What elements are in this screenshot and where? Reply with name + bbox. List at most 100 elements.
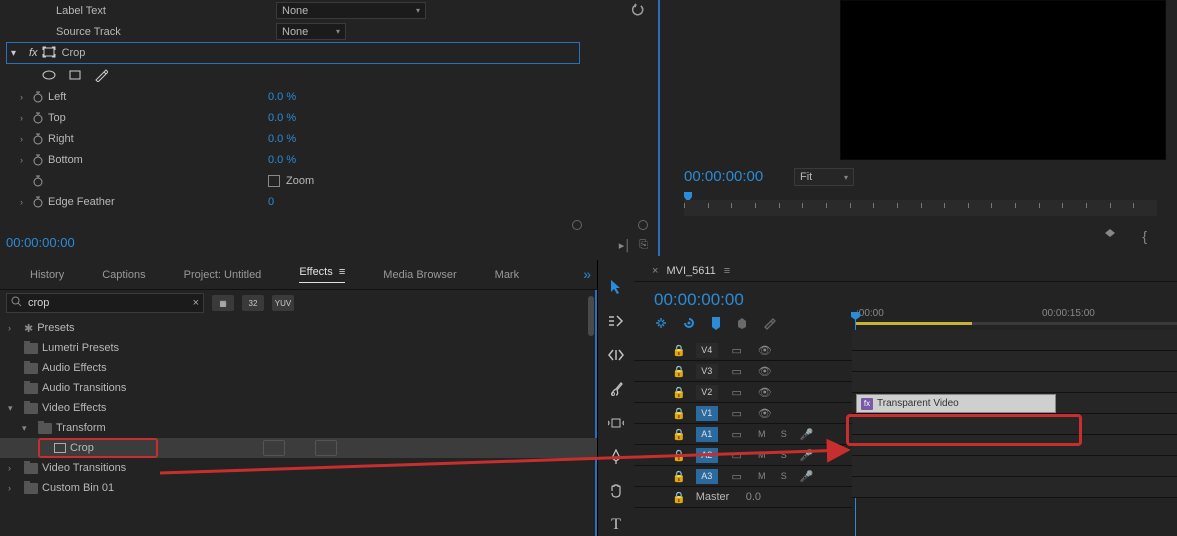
work-area-bar[interactable] xyxy=(856,322,972,325)
type-tool-icon[interactable]: T xyxy=(605,514,627,536)
lock-icon[interactable]: 🔒 xyxy=(672,491,686,504)
ellipse-mask-icon[interactable] xyxy=(40,67,58,83)
time-ruler[interactable]: :00:00 00:00:15:00 xyxy=(852,308,1177,328)
program-timecode[interactable]: 00:00:00:00 xyxy=(684,168,763,185)
add-marker-icon[interactable] xyxy=(710,316,722,333)
tab-effects[interactable]: Effects ≡ xyxy=(299,266,345,283)
close-sequence-icon[interactable]: × xyxy=(652,265,658,277)
stopwatch-icon[interactable] xyxy=(32,196,48,208)
slip-tool-icon[interactable] xyxy=(605,412,627,434)
toggle-output-icon[interactable]: ▭ xyxy=(728,449,746,462)
track-header-a3[interactable]: 🔒 A3 ▭ M S 🎤 xyxy=(634,466,852,487)
voice-over-icon[interactable]: 🎤 xyxy=(800,470,814,483)
toggle-output-icon[interactable]: ▭ xyxy=(728,470,746,483)
accelerated-badge-icon[interactable]: ▦ xyxy=(212,295,234,311)
voice-over-icon[interactable]: 🎤 xyxy=(800,428,814,441)
marker-icon[interactable] xyxy=(736,316,748,333)
snap-icon[interactable] xyxy=(654,316,668,333)
tab-mark[interactable]: Mark xyxy=(495,269,519,281)
label-text-dropdown[interactable]: None ▾ xyxy=(276,2,426,19)
toggle-output-icon[interactable]: ▭ xyxy=(728,428,746,441)
program-time-ruler[interactable] xyxy=(684,200,1157,216)
lock-icon[interactable]: 🔒 xyxy=(672,386,686,399)
chevron-right-icon[interactable]: › xyxy=(8,463,20,473)
param-value-bottom[interactable]: 0.0 % xyxy=(268,154,418,166)
hand-tool-icon[interactable] xyxy=(605,480,627,502)
tree-audio-transitions[interactable]: Audio Transitions xyxy=(0,378,597,398)
tree-transform[interactable]: ▾ Transform xyxy=(0,418,597,438)
toggle-output-icon[interactable]: ▭ xyxy=(728,365,746,378)
stopwatch-icon[interactable] xyxy=(32,154,48,166)
solo-button[interactable]: S xyxy=(778,429,790,439)
scroll-handle-icon[interactable] xyxy=(638,220,648,230)
ripple-edit-tool-icon[interactable] xyxy=(605,344,627,366)
tab-captions[interactable]: Captions xyxy=(102,269,145,281)
track-select-tool-icon[interactable] xyxy=(605,310,627,332)
voice-over-icon[interactable]: 🎤 xyxy=(800,449,814,462)
lock-icon[interactable]: 🔒 xyxy=(672,407,686,420)
tree-crop-effect[interactable]: Crop xyxy=(0,438,597,458)
eye-icon[interactable]: 👁 xyxy=(756,407,774,420)
pen-mask-icon[interactable] xyxy=(92,67,110,83)
tree-video-effects[interactable]: ▾ Video Effects xyxy=(0,398,597,418)
track-header-v2[interactable]: 🔒 V2 ▭ 👁 xyxy=(634,382,852,403)
settings-icon[interactable] xyxy=(762,316,776,333)
zoom-fit-dropdown[interactable]: Fit▾ xyxy=(794,168,854,186)
toggle-output-icon[interactable]: ▭ xyxy=(728,407,746,420)
toggle-output-icon[interactable]: ▭ xyxy=(728,344,746,357)
program-viewer[interactable] xyxy=(840,0,1166,160)
tree-custom-bin[interactable]: › Custom Bin 01 xyxy=(0,478,597,498)
lock-icon[interactable]: 🔒 xyxy=(672,428,686,441)
mark-in-icon[interactable]: { xyxy=(1142,228,1147,244)
param-value-right[interactable]: 0.0 % xyxy=(268,133,418,145)
track-header-a1[interactable]: 🔒 A1 ▭ M S 🎤 xyxy=(634,424,852,445)
effects-search-input[interactable]: × xyxy=(6,293,204,313)
chevron-down-icon[interactable]: ▾ xyxy=(22,423,34,434)
stopwatch-icon[interactable] xyxy=(32,91,48,103)
scrollbar[interactable] xyxy=(588,296,594,336)
sequence-tab[interactable]: MVI_5611 xyxy=(666,265,715,277)
pen-tool-icon[interactable] xyxy=(605,446,627,468)
track-header-v4[interactable]: 🔒 V4 ▭ 👁 xyxy=(634,340,852,361)
search-text[interactable] xyxy=(26,296,189,310)
eye-icon[interactable]: 👁 xyxy=(756,365,774,378)
track-header-a2[interactable]: 🔒 A2 ▭ M S 🎤 xyxy=(634,445,852,466)
chevron-right-icon[interactable]: › xyxy=(20,113,32,123)
track-header-v1[interactable]: 🔒 V1 ▭ 👁 xyxy=(634,403,852,424)
timeline-timecode[interactable]: 00:00:00:00 xyxy=(654,290,744,310)
tree-presets[interactable]: › ✱ Presets xyxy=(0,318,597,338)
effect-header-crop[interactable]: ▾ fx Crop xyxy=(6,42,580,64)
tab-media-browser[interactable]: Media Browser xyxy=(383,269,456,281)
tree-audio-effects[interactable]: Audio Effects xyxy=(0,358,597,378)
chevron-down-icon[interactable]: ▾ xyxy=(8,403,20,414)
chevron-right-icon[interactable]: › xyxy=(20,155,32,165)
toggle-output-icon[interactable]: ▭ xyxy=(728,386,746,399)
tab-project[interactable]: Project: Untitled xyxy=(184,269,262,281)
stopwatch-icon[interactable] xyxy=(32,175,48,187)
mute-button[interactable]: M xyxy=(756,429,768,439)
tab-history[interactable]: History xyxy=(30,269,64,281)
scroll-handle-icon[interactable] xyxy=(572,220,582,230)
param-value-edge-feather[interactable]: 0 xyxy=(268,196,418,208)
chevron-right-icon[interactable]: › xyxy=(8,323,20,333)
effect-controls-timecode[interactable]: 00:00:00:00 xyxy=(6,235,75,250)
chevron-right-icon[interactable]: › xyxy=(20,197,32,207)
param-value-top[interactable]: 0.0 % xyxy=(268,112,418,124)
panel-menu-icon[interactable]: ≡ xyxy=(724,265,730,277)
tree-lumetri[interactable]: Lumetri Presets xyxy=(0,338,597,358)
safe-margins-icon[interactable] xyxy=(1103,227,1117,242)
lock-icon[interactable]: 🔒 xyxy=(672,365,686,378)
stopwatch-icon[interactable] xyxy=(32,133,48,145)
chevron-right-icon[interactable]: › xyxy=(20,92,32,102)
razor-tool-icon[interactable] xyxy=(605,378,627,400)
track-header-master[interactable]: 🔒 Master 0.0 xyxy=(634,487,852,508)
chevron-down-icon[interactable]: ▾ xyxy=(11,48,25,59)
yuv-badge-icon[interactable]: YUV xyxy=(272,295,294,311)
panel-menu-icon[interactable]: ≡ xyxy=(339,266,345,278)
eye-icon[interactable]: 👁 xyxy=(756,344,774,357)
tree-video-transitions[interactable]: › Video Transitions xyxy=(0,458,597,478)
stopwatch-icon[interactable] xyxy=(32,112,48,124)
zoom-checkbox[interactable]: Zoom xyxy=(268,175,314,187)
selection-tool-icon[interactable] xyxy=(605,276,627,298)
eye-icon[interactable]: 👁 xyxy=(756,386,774,399)
